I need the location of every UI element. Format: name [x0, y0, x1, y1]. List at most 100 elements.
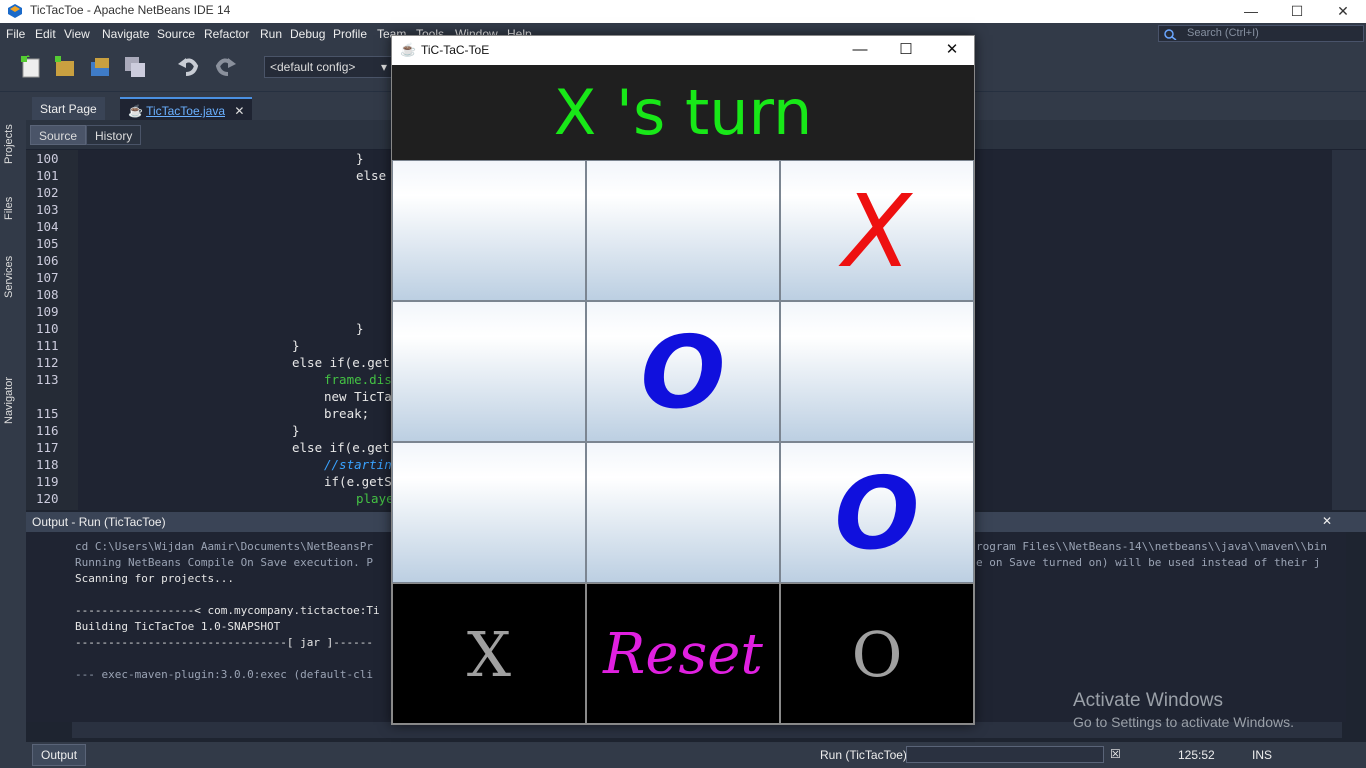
netbeans-logo-icon [8, 4, 22, 18]
board-cell-0[interactable] [392, 160, 586, 301]
code-line: } [292, 423, 300, 438]
cell-mark [587, 443, 779, 582]
cancel-task-icon[interactable]: ☒ [1110, 747, 1121, 761]
cell-mark: X [842, 173, 912, 290]
error-stripe [1346, 150, 1366, 510]
close-tab-icon[interactable]: ✕ [234, 104, 244, 118]
menu-navigate[interactable]: Navigate [102, 27, 149, 41]
tab-start-page[interactable]: Start Page [32, 97, 105, 120]
search-icon [1164, 29, 1177, 40]
line-number: 110 [36, 321, 59, 336]
services-tab[interactable]: Services [3, 256, 15, 298]
game-window-title: TiC-TaC-ToE [421, 43, 490, 57]
menu-debug[interactable]: Debug [290, 27, 325, 41]
line-number: 100 [36, 151, 59, 166]
output-line: Scanning for projects... [75, 572, 234, 585]
files-tab[interactable]: Files [3, 197, 15, 220]
board-cell-7[interactable] [586, 442, 780, 583]
chevron-down-icon: ▾ [380, 60, 387, 74]
progress-bar [906, 746, 1104, 763]
tab-label: TicTacToe.java [146, 104, 225, 118]
line-number: 107 [36, 270, 59, 285]
line-number: 118 [36, 457, 59, 472]
close-output-icon[interactable]: ✕ [1322, 514, 1332, 528]
code-line: } [292, 338, 300, 353]
line-number: 115 [36, 406, 59, 421]
menu-refactor[interactable]: Refactor [204, 27, 249, 41]
source-view-button[interactable]: Source [30, 125, 87, 145]
status-bar: Output Run (TicTacToe) ☒ 125:52 INS [0, 742, 1366, 768]
new-file-icon[interactable] [18, 54, 44, 80]
line-number: 106 [36, 253, 59, 268]
editor-vertical-scrollbar[interactable] [1332, 150, 1346, 510]
redo-icon[interactable] [212, 54, 238, 80]
code-line: frame.dis [324, 372, 392, 387]
save-all-icon[interactable] [122, 54, 148, 80]
game-board: X O O X Reset O [392, 160, 974, 724]
cell-mark [781, 302, 973, 441]
line-number: 104 [36, 219, 59, 234]
board-cell-1[interactable] [586, 160, 780, 301]
board-cell-2[interactable]: X [780, 160, 974, 301]
new-project-icon[interactable] [52, 54, 78, 80]
window-title: TicTacToe - Apache NetBeans IDE 14 [30, 3, 231, 17]
cell-mark [393, 443, 585, 582]
activate-windows-hint: Go to Settings to activate Windows. [1073, 714, 1294, 730]
code-line: } [356, 151, 364, 166]
board-cell-8[interactable]: O [780, 442, 974, 583]
maximize-button[interactable]: ☐ [1274, 0, 1320, 23]
code-line: break; [324, 406, 370, 421]
ide-title-bar: TicTacToe - Apache NetBeans IDE 14 — ☐ ✕ [0, 0, 1366, 23]
java-cup-icon: ☕ [400, 42, 417, 57]
output-line: Running NetBeans Compile On Save executi… [75, 556, 374, 569]
menu-view[interactable]: View [64, 27, 90, 41]
output-line: ------------------< com.mycompany.tictac… [75, 604, 380, 617]
activate-windows-watermark: Activate Windows [1073, 690, 1223, 711]
game-minimize-button[interactable]: — [837, 36, 883, 65]
turn-indicator: X 's turn [392, 65, 974, 160]
config-dropdown[interactable]: <default config> ▾ [264, 56, 392, 78]
output-line: --------------------------------[ jar ]-… [75, 636, 374, 649]
projects-tab[interactable]: Projects [3, 124, 15, 164]
close-button[interactable]: ✕ [1320, 0, 1366, 23]
config-value: <default config> [270, 60, 356, 74]
menu-source[interactable]: Source [157, 27, 195, 41]
board-cell-5[interactable] [780, 301, 974, 442]
minimize-button[interactable]: — [1228, 0, 1274, 23]
output-toggle-button[interactable]: Output [32, 744, 87, 766]
line-number: 113 [36, 372, 59, 387]
line-number: 116 [36, 423, 59, 438]
open-project-icon[interactable] [88, 54, 114, 80]
menu-profile[interactable]: Profile [333, 27, 367, 41]
cell-mark [587, 161, 779, 300]
history-view-button[interactable]: History [86, 125, 142, 145]
line-number: 111 [36, 338, 59, 353]
x-score-button[interactable]: X [392, 583, 586, 724]
code-line: } [356, 321, 364, 336]
line-number: 105 [36, 236, 59, 251]
insert-mode: INS [1252, 748, 1273, 762]
line-number: 117 [36, 440, 59, 455]
board-cell-4[interactable]: O [586, 301, 780, 442]
o-score-button[interactable]: O [780, 583, 974, 724]
board-cell-6[interactable] [392, 442, 586, 583]
menu-file[interactable]: File [6, 27, 25, 41]
tab-tictactoe-java[interactable]: ☕ TicTacToe.java ✕ [120, 97, 253, 120]
line-number: 102 [36, 185, 59, 200]
code-line: playe [356, 491, 394, 506]
search-input[interactable]: Search (Ctrl+I) [1158, 25, 1364, 42]
output-line: Building TicTacToe 1.0-SNAPSHOT [75, 620, 281, 633]
game-maximize-button[interactable]: ☐ [883, 36, 929, 65]
output-tab-label: Output [41, 748, 78, 762]
game-title-bar: ☕ TiC-TaC-ToE — ☐ ✕ [392, 36, 974, 65]
board-cell-3[interactable] [392, 301, 586, 442]
code-line: else [356, 168, 387, 183]
undo-icon[interactable] [176, 54, 202, 80]
cell-mark [393, 302, 585, 441]
code-line: if(e.getS [324, 474, 392, 489]
game-close-button[interactable]: ✕ [929, 36, 975, 65]
reset-button[interactable]: Reset [586, 583, 780, 724]
menu-edit[interactable]: Edit [35, 27, 56, 41]
navigator-tab[interactable]: Navigator [3, 377, 15, 424]
menu-run[interactable]: Run [260, 27, 282, 41]
